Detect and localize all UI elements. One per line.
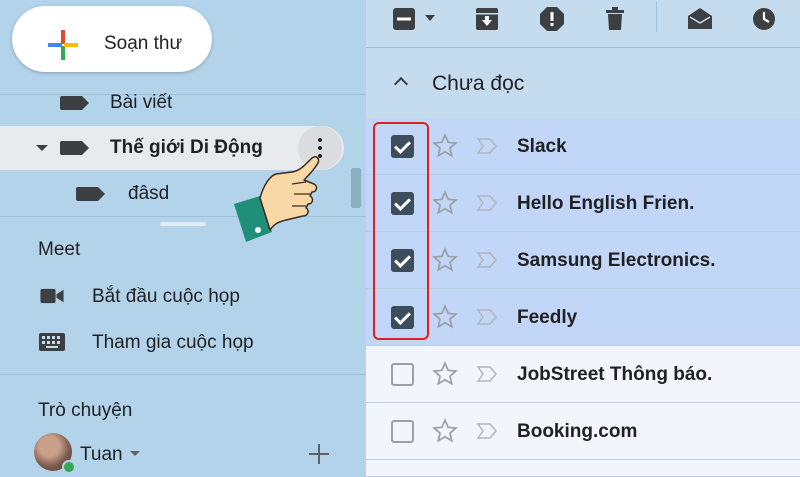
important-marker-icon[interactable] [476, 250, 498, 270]
email-row[interactable]: Hello English Frien. [366, 175, 800, 232]
star-icon[interactable] [432, 361, 458, 387]
compose-plus-icon [48, 30, 78, 60]
email-row[interactable]: Slack [366, 118, 800, 175]
star-icon[interactable] [432, 190, 458, 216]
mark-as-read-icon[interactable] [687, 5, 713, 31]
email-row[interactable]: Feedly [366, 289, 800, 346]
checkbox-icon[interactable] [391, 363, 414, 386]
presence-online-icon [62, 460, 76, 474]
email-row[interactable]: Samsung Electronics. [366, 232, 800, 289]
sidebar-scrollbar[interactable] [351, 168, 361, 208]
label-icon [60, 96, 89, 110]
sidebar-item-label: Bài viết [110, 92, 173, 113]
add-chat-icon[interactable] [309, 444, 329, 464]
keyboard-icon [39, 333, 65, 351]
email-sender: Samsung Electronics. [517, 250, 716, 271]
meet-start-label: Bắt đầu cuộc họp [92, 286, 240, 307]
label-icon [76, 187, 105, 201]
toolbar-divider [656, 2, 657, 32]
video-camera-icon [40, 288, 64, 304]
meet-join-meeting[interactable]: Tham gia cuộc họp [0, 322, 366, 362]
select-all-checkbox-icon[interactable] [391, 5, 417, 31]
email-sender: Booking.com [517, 421, 638, 442]
email-sender: Slack [517, 136, 567, 157]
star-icon[interactable] [432, 133, 458, 159]
checkbox-icon[interactable] [391, 420, 414, 443]
selection-highlight-annotation [373, 122, 429, 340]
toolbar [366, 0, 800, 48]
compose-button[interactable]: Soạn thư [12, 6, 212, 72]
pointing-hand-icon [234, 156, 320, 242]
sidebar: Soạn thư Bài viết Thế giới Di Động đâsd … [0, 0, 366, 477]
status-dropdown-caret-icon[interactable] [130, 451, 140, 456]
mail-list-pane: Chưa đọc Slack Hello English Frien. Sams… [366, 0, 800, 477]
important-marker-icon[interactable] [476, 136, 498, 156]
meet-start-meeting[interactable]: Bắt đầu cuộc họp [0, 276, 366, 316]
email-sender: Hello English Frien. [517, 193, 695, 214]
report-spam-icon[interactable] [539, 5, 565, 31]
important-marker-icon[interactable] [476, 364, 498, 384]
email-row[interactable]: JobStreet Thông báo. [366, 346, 800, 403]
dropdown-caret-icon[interactable] [424, 5, 436, 31]
important-marker-icon[interactable] [476, 193, 498, 213]
sidebar-item-bai-viet[interactable]: Bài viết [0, 80, 340, 124]
collapse-caret-icon[interactable] [36, 145, 48, 151]
sidebar-item-label: đâsd [128, 183, 170, 204]
star-icon[interactable] [432, 418, 458, 444]
more-vert-icon [318, 138, 322, 142]
star-icon[interactable] [432, 247, 458, 273]
important-marker-icon[interactable] [476, 421, 498, 441]
compose-label: Soạn thư [104, 33, 183, 54]
chat-user-name[interactable]: Tuan [80, 444, 123, 466]
email-sender: JobStreet Thông báo. [517, 364, 713, 385]
archive-icon[interactable] [474, 5, 500, 31]
section-title: Chưa đọc [432, 72, 525, 95]
snooze-icon[interactable] [751, 5, 777, 31]
delete-icon[interactable] [602, 5, 628, 31]
email-row[interactable] [366, 460, 800, 477]
label-icon [60, 141, 89, 155]
chat-section-title: Trò chuyện [38, 400, 133, 421]
meet-join-label: Tham gia cuộc họp [92, 332, 254, 353]
email-row[interactable]: Booking.com [366, 403, 800, 460]
important-marker-icon[interactable] [476, 307, 498, 327]
email-sender: Feedly [517, 307, 578, 328]
star-icon[interactable] [432, 304, 458, 330]
sidebar-divider [0, 374, 366, 375]
horizontal-scrollbar[interactable] [160, 222, 206, 226]
meet-section-title: Meet [38, 239, 81, 260]
